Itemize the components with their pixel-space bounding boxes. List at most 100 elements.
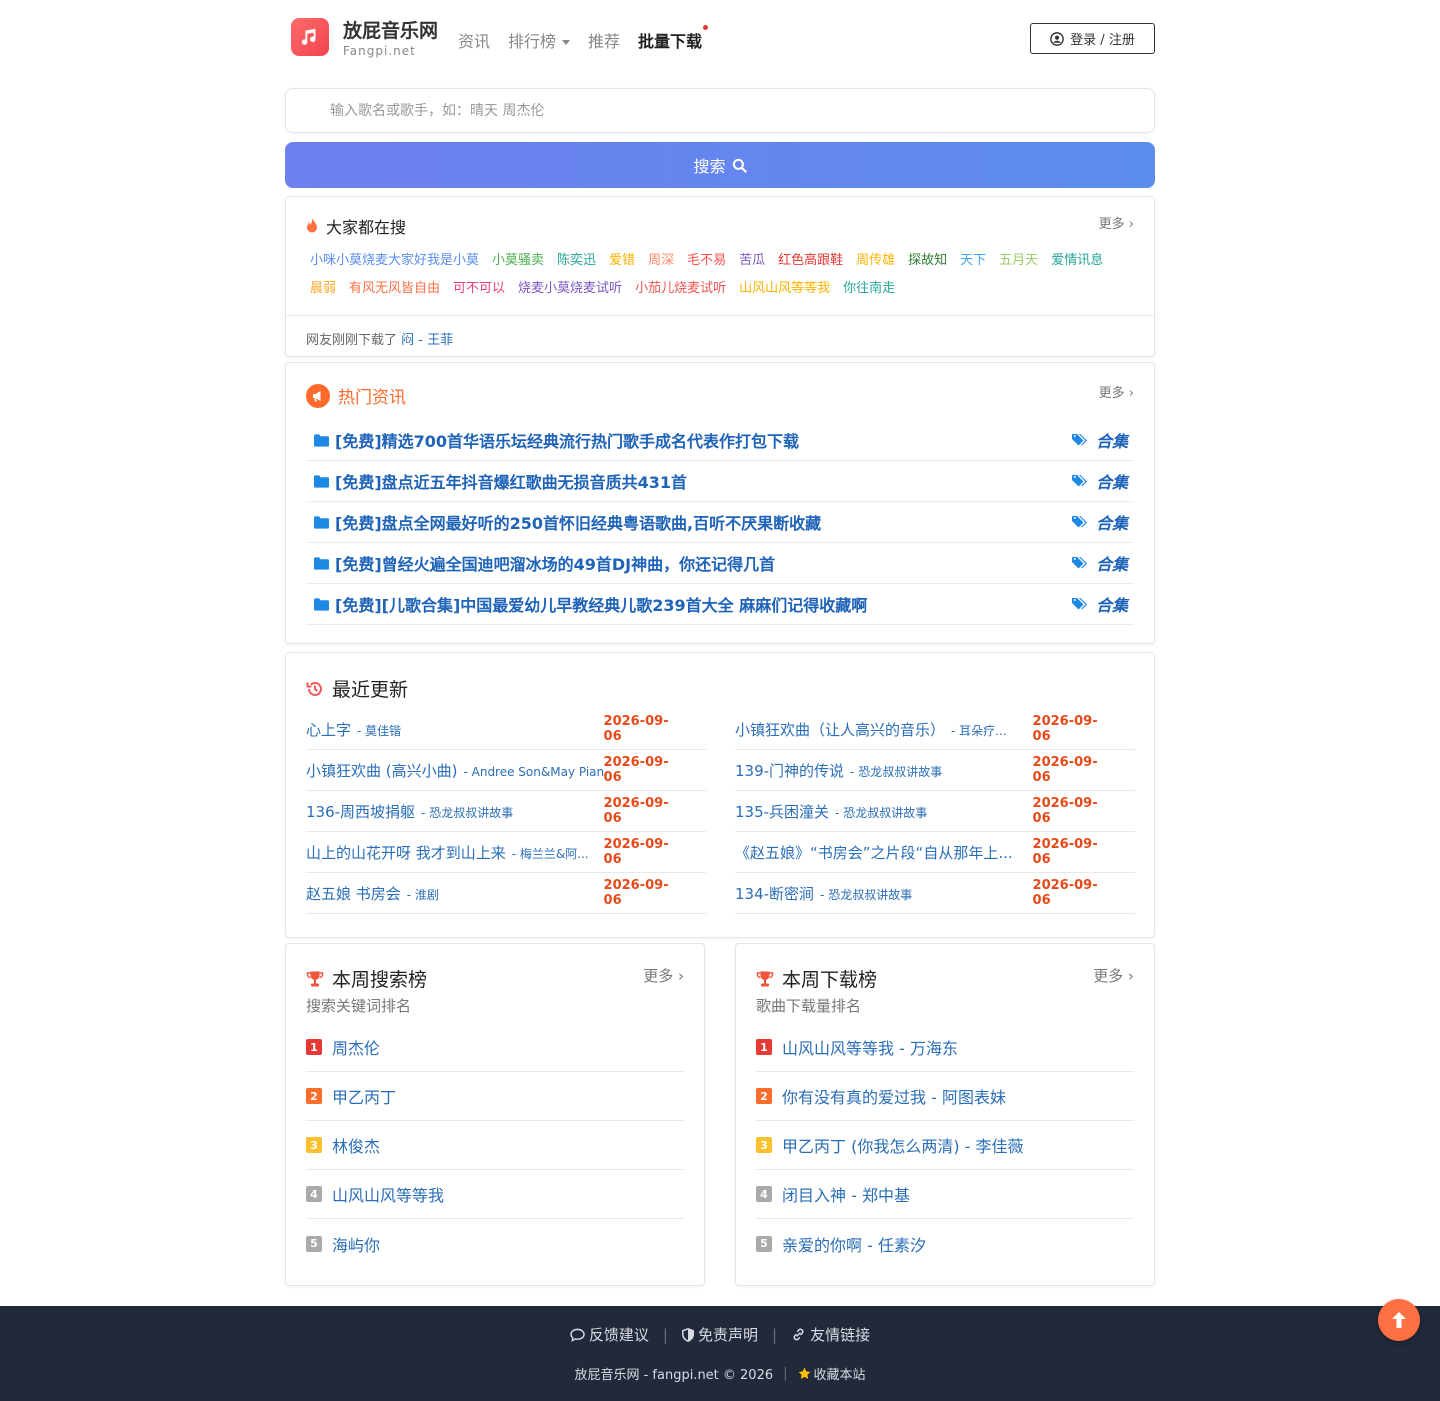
recent-song-row[interactable]: 山上的山花开呀 我才到山上来 - 梅兰兰&阿... 2026-09-06 — [306, 832, 706, 873]
search-tag[interactable]: 陈奕迅 — [557, 247, 596, 275]
search-tag[interactable]: 有风无风皆自由 — [349, 275, 440, 303]
recent-song-title-wrap: 心上字 - 莫佳锴 — [306, 719, 604, 740]
search-tag[interactable]: 天下 — [960, 247, 986, 275]
bookmark-link[interactable]: 收藏本站 — [798, 1364, 866, 1383]
recent-song-row[interactable]: 小镇狂欢曲（让人高兴的音乐） - 耳朵疗... 2026-09-06 — [735, 709, 1135, 750]
rank-item[interactable]: 5 亲爱的你啊 - 任素汐 — [756, 1219, 1134, 1268]
news-item-title: [免费]盘点近五年抖音爆红歌曲无损音质共431首 — [335, 473, 688, 492]
recent-song-row[interactable]: 136-周西坡捐躯 - 恐龙叔叔讲故事 2026-09-06 — [306, 791, 706, 832]
rank-item-label: 周杰伦 — [332, 1039, 381, 1058]
news-item-tag[interactable]: 合集 — [1071, 428, 1134, 452]
rank-item[interactable]: 3 林俊杰 — [306, 1121, 684, 1170]
search-tag[interactable]: 可不可以 — [453, 275, 505, 303]
news-item-title: [免费]精选700首华语乐坛经典流行热门歌手成名代表作打包下载 — [335, 432, 800, 451]
news-item-tag[interactable]: 合集 — [1071, 469, 1134, 493]
search-tag[interactable]: 红色高跟鞋 — [778, 247, 843, 275]
recent-song-row[interactable]: 心上字 - 莫佳锴 2026-09-06 — [306, 709, 706, 750]
search-tag[interactable]: 爱情讯息 — [1051, 247, 1103, 275]
rank-item[interactable]: 4 山风山风等等我 — [306, 1170, 684, 1219]
rank-number-badge: 5 — [306, 1235, 322, 1252]
hot-search-more-link[interactable]: 更多 › — [1099, 213, 1134, 232]
news-item[interactable]: [免费]曾经火遍全国迪吧溜冰场的49首DJ神曲，你还记得几首 合集 — [306, 543, 1134, 584]
download-rank-title: 本周下载榜 — [782, 969, 878, 991]
recent-song-row[interactable]: 134-断密涧 - 恐龙叔叔讲故事 2026-09-06 — [735, 873, 1135, 914]
download-rank-more-link[interactable]: 更多 › — [1093, 965, 1134, 986]
news-item[interactable]: [免费]盘点近五年抖音爆红歌曲无损音质共431首 合集 — [306, 461, 1134, 502]
search-tag[interactable]: 小咪小莫烧麦大家好我是小莫 — [310, 247, 479, 275]
nav-item-recommend[interactable]: 推荐 — [588, 28, 620, 52]
recent-song-date: 2026-09-06 — [1032, 878, 1098, 908]
friend-links-link[interactable]: 友情链接 — [791, 1324, 870, 1345]
back-to-top-button[interactable] — [1378, 1299, 1420, 1341]
chat-icon — [570, 1328, 585, 1342]
recent-song-title-wrap: 赵五娘 书房会 - 淮剧 — [306, 883, 604, 904]
search-tag[interactable]: 苦瓜 — [739, 247, 765, 275]
news-item-tag[interactable]: 合集 — [1071, 592, 1134, 616]
news-item[interactable]: [免费]精选700首华语乐坛经典流行热门歌手成名代表作打包下载 合集 — [306, 420, 1134, 461]
news-item-title-wrap: [免费]精选700首华语乐坛经典流行热门歌手成名代表作打包下载 — [306, 428, 799, 452]
search-tag[interactable]: 五月天 — [999, 247, 1038, 275]
disclaimer-link[interactable]: 免责声明 — [681, 1324, 758, 1345]
search-tag[interactable]: 探故知 — [908, 247, 947, 275]
rank-item-label: 甲乙丙丁 (你我怎么两清) - 李佳薇 — [782, 1137, 1024, 1156]
search-tag[interactable]: 周传雄 — [856, 247, 895, 275]
recent-song-date: 2026-09-06 — [603, 714, 669, 744]
footer-divider: | — [772, 1325, 778, 1344]
search-button[interactable]: 搜索 — [285, 142, 1155, 188]
site-title[interactable]: 放屁音乐网 — [343, 16, 438, 43]
rank-item[interactable]: 1 周杰伦 — [306, 1023, 684, 1072]
search-tag[interactable]: 烧麦小莫烧麦试听 — [518, 275, 622, 303]
news-item-tag[interactable]: 合集 — [1071, 510, 1134, 534]
rank-item[interactable]: 2 你有没有真的爱过我 - 阿图表妹 — [756, 1072, 1134, 1121]
news-item-title: [免费]曾经火遍全国迪吧溜冰场的49首DJ神曲，你还记得几首 — [335, 555, 776, 574]
recent-song-row[interactable]: 135-兵困潼关 - 恐龙叔叔讲故事 2026-09-06 — [735, 791, 1135, 832]
recent-song-date: 2026-09-06 — [603, 796, 669, 826]
recent-song-row[interactable]: 139-门神的传说 - 恐龙叔叔讲故事 2026-09-06 — [735, 750, 1135, 791]
recent-song-title-wrap: 小镇狂欢曲（让人高兴的音乐） - 耳朵疗... — [735, 719, 1033, 740]
search-tag[interactable]: 你往南走 — [843, 275, 895, 303]
news-item-tag[interactable]: 合集 — [1071, 551, 1134, 575]
footer: 反馈建议 | 免责声明 | 友情链接 放屁音乐网 - fangpi.net © … — [0, 1306, 1440, 1401]
recent-song-row[interactable]: 小镇狂欢曲 (高兴小曲) - Andree Son&May Pian 2026-09… — [306, 750, 706, 791]
search-tag[interactable]: 山风山风等等我 — [739, 275, 830, 303]
recent-song-artist: - 淮剧 — [406, 887, 439, 902]
recent-song-row[interactable]: 《赵五娘》“书房会”之片段“自从那年上... 2026-09-06 — [735, 832, 1135, 873]
hot-news-more-link[interactable]: 更多 › — [1099, 382, 1134, 401]
rank-number-badge: 4 — [306, 1186, 322, 1202]
rank-item[interactable]: 2 甲乙丙丁 — [306, 1072, 684, 1121]
link-icon — [793, 1328, 804, 1341]
news-item[interactable]: [免费]盘点全网最好听的250首怀旧经典粤语歌曲,百听不厌果断收藏 合集 — [306, 502, 1134, 543]
rank-item[interactable]: 3 甲乙丙丁 (你我怎么两清) - 李佳薇 — [756, 1121, 1134, 1170]
search-rank-more-link[interactable]: 更多 › — [643, 965, 684, 986]
recent-download-song[interactable]: 闷 - 王菲 — [401, 333, 453, 348]
rank-item[interactable]: 1 山风山风等等我 - 万海东 — [756, 1023, 1134, 1072]
footer-divider: | — [662, 1325, 668, 1344]
rank-item[interactable]: 4 闭目入神 - 郑中基 — [756, 1170, 1134, 1219]
logo-icon[interactable] — [291, 18, 329, 56]
search-tag[interactable]: 爱错 — [609, 247, 635, 275]
recent-download-bar: 网友刚刚下载了 闷 - 王菲 — [286, 315, 1154, 361]
search-tag[interactable]: 晨弱 — [310, 275, 336, 303]
nav-item-rankings[interactable]: 排行榜 — [508, 28, 571, 52]
recent-song-title-wrap: 134-断密涧 - 恐龙叔叔讲故事 — [735, 883, 1033, 904]
news-item[interactable]: [免费][儿歌合集]中国最爱幼儿早教经典儿歌239首大全 麻麻们记得收藏啊 合集 — [306, 584, 1134, 625]
search-tag[interactable]: 周深 — [648, 247, 674, 275]
rank-item-label: 甲乙丙丁 — [332, 1088, 397, 1107]
recent-song-row[interactable]: 赵五娘 书房会 - 淮剧 2026-09-06 — [306, 873, 706, 914]
nav-item-news[interactable]: 资讯 — [458, 28, 490, 52]
tags-icon — [1071, 515, 1087, 527]
nav-item-batch-download[interactable]: 批量下载 — [638, 25, 709, 52]
recent-download-label: 网友刚刚下载了 — [306, 333, 398, 348]
feedback-link[interactable]: 反馈建议 — [570, 1324, 649, 1345]
rank-item[interactable]: 5 海屿你 — [306, 1219, 684, 1268]
search-input[interactable]: 输入歌名或歌手，如：晴天 周杰伦 — [285, 88, 1155, 133]
recent-song-date: 2026-09-06 — [1032, 796, 1098, 826]
search-rank-title: 本周搜索榜 — [332, 969, 428, 991]
search-tag[interactable]: 毛不易 — [687, 247, 726, 275]
folder-icon — [314, 515, 329, 529]
login-button[interactable]: 登录 / 注册 — [1030, 23, 1155, 54]
recent-song-title-wrap: 小镇狂欢曲 (高兴小曲) - Andree Son&May Pian — [306, 760, 604, 781]
search-tag[interactable]: 小莫骚卖 — [492, 247, 544, 275]
recent-song-title-wrap: 山上的山花开呀 我才到山上来 - 梅兰兰&阿... — [306, 842, 604, 863]
search-tag[interactable]: 小茄儿烧麦试听 — [635, 275, 726, 303]
